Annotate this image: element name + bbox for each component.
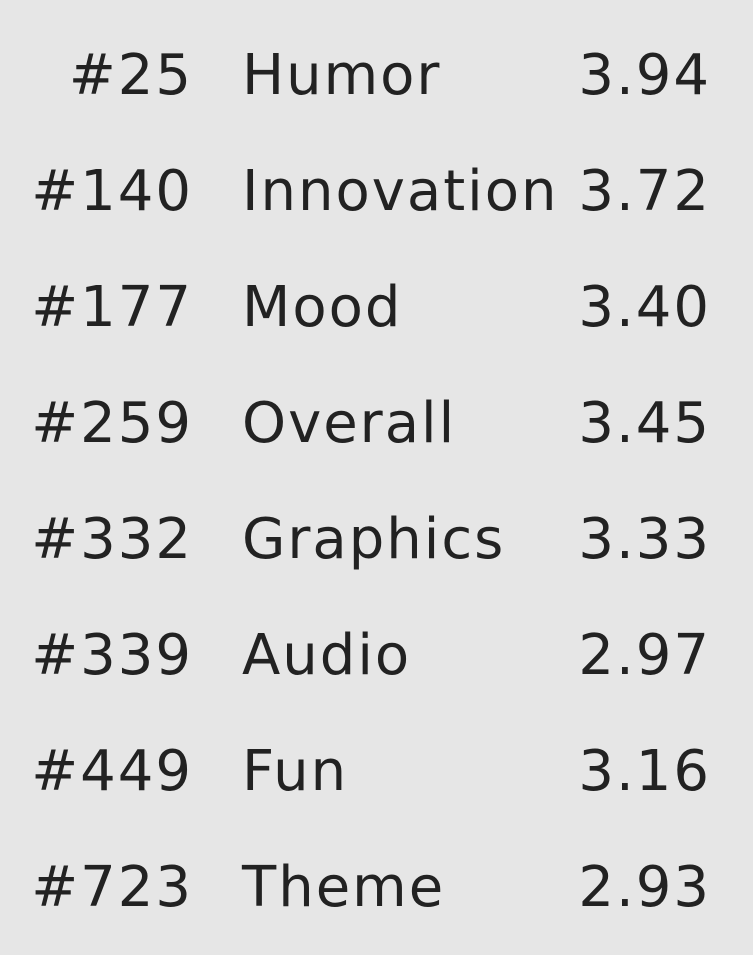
rating-row-overall: #259 Overall 3.45 [0,366,753,482]
rank-value: #723 [31,855,193,920]
rating-row-humor: #25 Humor 3.94 [0,18,753,134]
rank-value: #339 [31,623,193,688]
rating-row-fun: #449 Fun 3.16 [0,714,753,830]
category-label: Innovation [242,159,559,224]
rank-value: #449 [31,739,193,804]
ratings-table: #25 Humor 3.94 #140 Innovation 3.72 #177… [0,18,753,946]
score-value: 3.33 [578,507,711,572]
rating-row-mood: #177 Mood 3.40 [0,250,753,366]
category-label: Theme [242,855,446,920]
rating-row-audio: #339 Audio 2.97 [0,598,753,714]
score-value: 2.93 [578,855,711,920]
score-value: 3.72 [578,159,711,224]
rank-value: #177 [31,275,193,340]
score-value: 3.16 [578,739,711,804]
rank-value: #259 [31,391,193,456]
category-label: Fun [242,739,349,804]
score-value: 2.97 [578,623,711,688]
rank-value: #140 [31,159,193,224]
category-label: Overall [242,391,457,456]
rank-value: #332 [31,507,193,572]
rank-value: #25 [68,43,193,108]
rating-row-theme: #723 Theme 2.93 [0,830,753,946]
category-label: Mood [242,275,403,340]
category-label: Audio [242,623,412,688]
score-value: 3.94 [578,43,711,108]
rating-row-innovation: #140 Innovation 3.72 [0,134,753,250]
category-label: Humor [242,43,442,108]
category-label: Graphics [242,507,506,572]
score-value: 3.45 [578,391,711,456]
rating-row-graphics: #332 Graphics 3.33 [0,482,753,598]
score-value: 3.40 [578,275,711,340]
